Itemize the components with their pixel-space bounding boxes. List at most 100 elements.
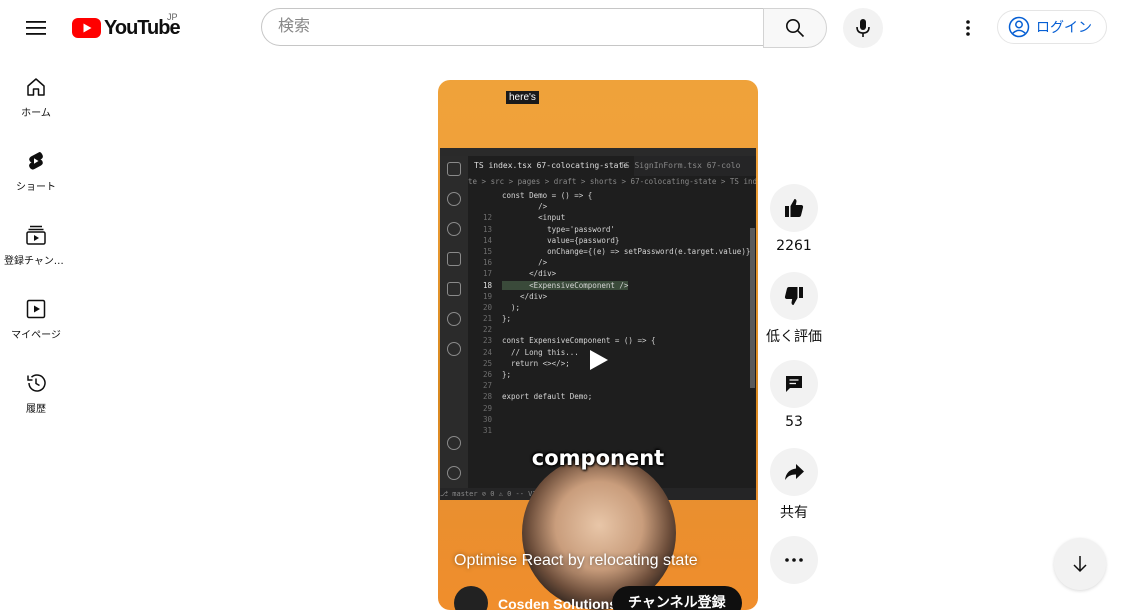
code-line: 13 type='password' [468,224,756,235]
channel-name[interactable]: Cosden Solutions [498,596,617,610]
editor-tab-bar: TS index.tsx 67-colocating-state TS Sign… [468,156,756,176]
code-text: /> [502,258,548,268]
code-text: </div> [502,269,557,279]
code-text: }; [502,370,512,379]
channel-row: Cosden Solutions チャンネル登録 [454,584,754,610]
explorer-icon [447,162,461,176]
run-debug-icon [447,252,461,266]
git-icon [447,312,461,326]
hamburger-menu-icon [26,21,46,35]
code-text: /> [502,202,548,212]
line-number: 25 [482,358,492,368]
sidebar-item-label: ホーム [21,108,51,119]
sidebar-item-my-page[interactable]: マイページ [4,288,68,352]
code-line: 22 [468,324,756,335]
code-text: // Long this... [502,347,579,357]
code-text: const ExpensiveComponent = () => { [502,336,656,346]
sidebar-item-label: 登録チャンネル [4,256,68,267]
comment-count: 53 [785,414,803,430]
code-line: 30 [468,414,756,425]
code-line: 26}; [468,369,756,380]
masthead: YouTube JP ログイン [0,0,1124,56]
code-text: onChange={(e) => setPassword(e.target.va… [502,246,751,256]
line-number: 23 [482,336,492,346]
sidebar-item-history[interactable]: 履歴 [4,362,68,426]
login-button[interactable]: ログイン [997,10,1107,44]
channel-avatar[interactable] [454,586,488,610]
sidebar-item-subscriptions[interactable]: 登録チャンネル [4,214,68,278]
source-control-icon [447,222,461,236]
editor-titlebar [440,148,756,156]
code-text: value={password} [502,235,620,245]
line-number: 16 [482,258,492,268]
sidebar-item-label: ショート [16,182,56,193]
code-text: return <></>; [502,358,570,368]
subscribe-button[interactable]: チャンネル登録 [612,586,742,610]
account-icon [1008,16,1030,38]
share-button[interactable] [770,448,818,496]
editor-breadcrumb: te > src > pages > draft > shorts > 67-c… [468,177,756,186]
country-code: JP [167,12,178,22]
line-number: 15 [482,246,492,256]
youtube-play-logo-icon [72,18,101,38]
sidebar-item-shorts[interactable]: ショート [4,140,68,204]
code-line: 24 // Long this... [468,347,756,358]
search-input[interactable] [261,8,763,46]
line-number: 17 [482,269,492,279]
dislike-button[interactable] [770,272,818,320]
login-label: ログイン [1036,19,1092,35]
hamburger-menu-button[interactable] [16,8,56,48]
video-title[interactable]: Optimise React by relocating state [454,552,698,570]
line-number: 29 [482,403,492,413]
my-page-icon [26,299,46,319]
like-button[interactable] [770,184,818,232]
arrow-down-icon [1073,556,1087,573]
like-count: 2261 [776,238,812,254]
more-vert-icon [966,20,970,36]
home-icon [27,78,45,96]
voice-search-button[interactable] [843,8,883,48]
shorts-video-player[interactable]: here's TS index.tsx 67-colocating-state … [438,80,758,610]
line-number: 21 [482,314,492,324]
play-icon[interactable] [586,348,610,372]
thumbs-down-icon [784,287,803,305]
code-line: const Demo = () => { [468,190,756,201]
more-horiz-icon [785,558,803,562]
shorts-icon [29,152,43,170]
remote-icon [447,342,461,356]
more-actions-button[interactable] [770,536,818,584]
settings-more-button[interactable] [948,8,988,48]
code-text: <ExpensiveComponent /> [502,280,629,290]
video-caption-mid: component [531,446,665,470]
search-icon [786,19,805,38]
search-button[interactable] [763,8,827,48]
code-line: 16 /> [468,257,756,268]
share-label: 共有 [780,505,808,521]
thumbs-up-icon [785,199,804,217]
sidebar-item-label: マイページ [11,330,61,341]
code-line: 27 [468,380,756,391]
sidebar-item-label: 履歴 [26,404,46,415]
youtube-logo[interactable]: YouTube [72,16,181,40]
code-line: 20 ); [468,302,756,313]
code-text: type='password' [502,224,615,234]
editor-code: const Demo = () => { /> 12 <input 13 type=… [468,190,756,490]
microphone-icon [856,19,870,37]
code-line: 29 [468,403,756,414]
line-number: 26 [482,370,492,379]
line-number: 27 [482,381,492,391]
sidebar-item-home[interactable]: ホーム [4,66,68,130]
code-line: 31 [468,425,756,436]
code-line: 17 </div> [468,268,756,279]
line-number: 18 [482,280,492,290]
line-number: 28 [482,392,492,402]
line-number: 30 [482,414,492,424]
code-text: </div> [502,291,548,301]
line-number: 12 [482,213,492,223]
comments-button[interactable] [770,360,818,408]
line-number: 13 [482,224,492,234]
next-video-button[interactable] [1054,538,1106,590]
share-arrow-icon [785,464,804,480]
code-line: 12 <input [468,212,756,223]
dislike-label: 低く評価 [766,329,822,345]
